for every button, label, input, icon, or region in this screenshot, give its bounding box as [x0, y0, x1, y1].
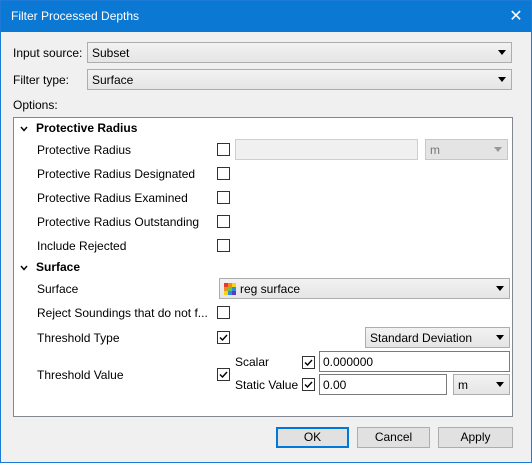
- threshold-value-checkbox[interactable]: [217, 368, 230, 381]
- checkmark-icon: [304, 381, 313, 389]
- protective-radius-unit: m: [430, 143, 440, 157]
- window-title: Filter Processed Depths: [11, 9, 140, 23]
- scalar-label: Scalar: [235, 355, 270, 369]
- surface-label: Surface: [37, 282, 79, 296]
- filter-dialog: Filter Processed Depths ✕ Input source: …: [0, 0, 532, 463]
- chevron-down-icon: [498, 77, 506, 82]
- reject-soundings-checkbox[interactable]: [217, 306, 230, 319]
- include-rejected-checkbox[interactable]: [217, 239, 230, 252]
- surface-grid-icon: [224, 283, 236, 295]
- static-value-checkbox[interactable]: [302, 378, 315, 391]
- surface-select[interactable]: reg surface: [219, 278, 510, 299]
- protective-radius-label: Protective Radius: [37, 143, 132, 157]
- scalar-input[interactable]: 0.000000: [319, 351, 510, 372]
- threshold-type-label: Threshold Type: [37, 331, 120, 345]
- cancel-button[interactable]: Cancel: [357, 427, 430, 448]
- threshold-type-checkbox[interactable]: [217, 331, 230, 344]
- collapse-chevron-icon[interactable]: [20, 125, 28, 133]
- chevron-down-icon: [496, 382, 504, 387]
- filter-type-value: Surface: [92, 73, 134, 87]
- options-label: Options:: [13, 98, 58, 112]
- chevron-down-icon: [494, 147, 502, 152]
- input-source-select[interactable]: Subset: [87, 42, 512, 63]
- checkmark-icon: [219, 334, 228, 342]
- static-value-label: Static Value: [235, 378, 299, 392]
- close-icon[interactable]: ✕: [501, 1, 531, 32]
- surface-value: reg surface: [240, 282, 301, 296]
- threshold-type-value: Standard Deviation: [370, 331, 473, 345]
- chevron-down-icon: [496, 286, 504, 291]
- protective-radius-checkbox[interactable]: [217, 143, 230, 156]
- input-source-value: Subset: [92, 46, 130, 60]
- protective-radius-designated-checkbox[interactable]: [217, 167, 230, 180]
- protective-radius-examined-label: Protective Radius Examined: [37, 191, 188, 205]
- static-value-value: 0.00: [323, 378, 347, 392]
- static-value-input[interactable]: 0.00: [319, 374, 447, 395]
- protective-radius-input[interactable]: [235, 139, 418, 160]
- reject-soundings-label: Reject Soundings that do not f...: [37, 306, 208, 320]
- apply-button[interactable]: Apply: [438, 427, 513, 448]
- protective-radius-designated-label: Protective Radius Designated: [37, 167, 196, 181]
- protective-radius-unit-select[interactable]: m: [425, 139, 508, 160]
- protective-radius-outstanding-checkbox[interactable]: [217, 215, 230, 228]
- static-value-unit: m: [458, 378, 468, 392]
- ok-button[interactable]: OK: [276, 427, 349, 448]
- checkmark-icon: [304, 359, 313, 367]
- scalar-value: 0.000000: [323, 355, 374, 369]
- group-protective-radius-title: Protective Radius: [36, 121, 138, 135]
- title-bar: Filter Processed Depths ✕: [1, 1, 531, 32]
- group-surface-title: Surface: [36, 260, 81, 274]
- filter-type-label: Filter type:: [13, 73, 70, 87]
- threshold-type-select[interactable]: Standard Deviation: [365, 327, 510, 348]
- chevron-down-icon: [496, 335, 504, 340]
- input-source-label: Input source:: [13, 46, 83, 60]
- checkmark-icon: [219, 371, 228, 379]
- protective-radius-outstanding-label: Protective Radius Outstanding: [37, 215, 200, 229]
- protective-radius-examined-checkbox[interactable]: [217, 191, 230, 204]
- chevron-down-icon: [498, 50, 506, 55]
- include-rejected-label: Include Rejected: [37, 239, 127, 253]
- threshold-value-label: Threshold Value: [37, 368, 124, 382]
- collapse-chevron-icon[interactable]: [20, 264, 28, 272]
- options-panel: Protective Radius Protective Radius m Pr…: [13, 117, 513, 417]
- scalar-checkbox[interactable]: [302, 356, 315, 369]
- filter-type-select[interactable]: Surface: [87, 69, 512, 90]
- static-value-unit-select[interactable]: m: [453, 374, 510, 395]
